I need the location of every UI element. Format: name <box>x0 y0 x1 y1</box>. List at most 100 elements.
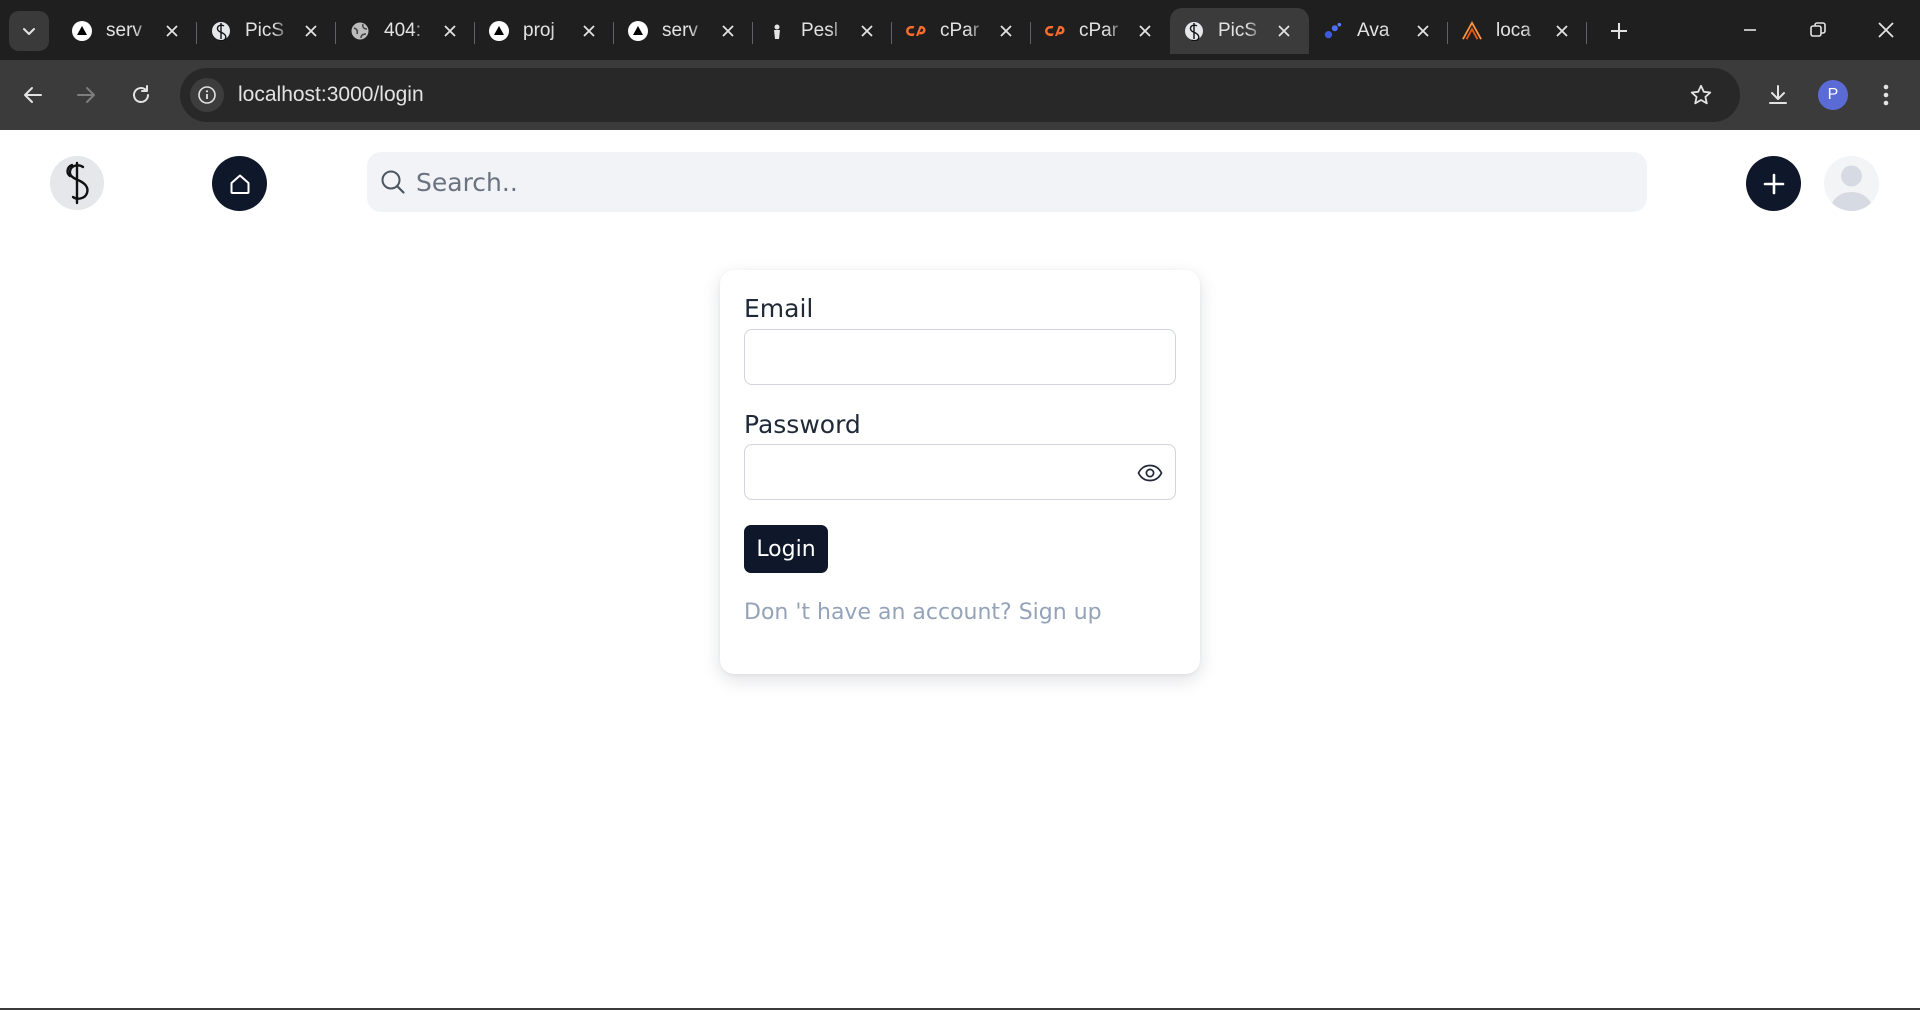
chevron-down-icon <box>23 28 35 35</box>
browser-menu-button[interactable] <box>1866 75 1906 115</box>
tab-title: cPar <box>940 20 980 41</box>
home-icon <box>230 174 249 194</box>
login-button[interactable]: Login <box>744 525 828 573</box>
user-avatar[interactable] <box>1824 156 1879 211</box>
back-button[interactable] <box>13 75 53 115</box>
tab-list: serv PicS 404: proj serv Pesl cPar cPar PicS Ava l… <box>58 8 1639 54</box>
signup-prompt-text: Don 't have an account? <box>744 600 1012 625</box>
forward-button[interactable] <box>66 75 106 115</box>
browser-tab[interactable]: 404: <box>336 8 475 54</box>
browser-tab[interactable]: PicS <box>1170 8 1309 54</box>
plus-icon <box>1611 23 1627 39</box>
site-info-button[interactable] <box>190 78 224 112</box>
browser-tab[interactable]: proj <box>475 8 614 54</box>
arrow-right-icon <box>77 87 95 103</box>
minimize-button[interactable] <box>1716 0 1784 60</box>
close-icon <box>1878 22 1894 38</box>
triangle-icon <box>489 21 509 41</box>
xampp-icon <box>1462 21 1482 41</box>
browser-tab[interactable]: Pesl <box>753 8 892 54</box>
download-icon <box>1769 85 1787 104</box>
tab-close-icon[interactable] <box>300 20 322 42</box>
user-placeholder-icon <box>1830 165 1873 211</box>
login-card: Email Password Login Don 't have an acco… <box>720 270 1200 674</box>
browser-toolbar: localhost:3000/login P <box>0 60 1920 130</box>
email-field[interactable] <box>745 330 1175 384</box>
tab-close-icon[interactable] <box>1412 20 1434 42</box>
signup-link[interactable]: Sign up <box>1019 600 1102 625</box>
close-window-button[interactable] <box>1852 0 1920 60</box>
reload-icon <box>133 85 149 103</box>
tab-close-icon[interactable] <box>717 20 739 42</box>
bookmark-button[interactable] <box>1684 78 1718 112</box>
tab-close-icon[interactable] <box>161 20 183 42</box>
tab-title: PicS <box>1218 20 1258 41</box>
tab-title: PicS <box>245 20 285 41</box>
browser-tab-strip: serv PicS 404: proj serv Pesl cPar cPar PicS Ava l… <box>0 0 1920 60</box>
browser-tab[interactable]: cPar <box>892 8 1031 54</box>
tab-close-icon[interactable] <box>578 20 600 42</box>
tab-title: serv <box>106 20 142 41</box>
browser-tab[interactable]: Ava <box>1309 8 1448 54</box>
minimize-icon <box>1744 29 1756 31</box>
address-bar[interactable]: localhost:3000/login <box>180 68 1740 122</box>
address-path: :3000/login <box>320 83 424 106</box>
tab-close-icon[interactable] <box>1551 20 1573 42</box>
tab-close-icon[interactable] <box>856 20 878 42</box>
address-host: localhost <box>238 83 321 106</box>
email-label: Email <box>744 294 814 323</box>
picshare-icon <box>211 21 231 41</box>
triangle-icon <box>72 21 92 41</box>
password-field-wrapper <box>744 444 1176 500</box>
star-icon <box>1690 84 1712 105</box>
site-search-bar[interactable] <box>367 152 1647 212</box>
create-post-button[interactable] <box>1746 156 1801 211</box>
arrow-left-icon <box>24 87 42 103</box>
window-controls <box>1716 0 1920 60</box>
tab-title: serv <box>662 20 698 41</box>
profile-avatar: P <box>1818 80 1848 110</box>
show-password-button[interactable] <box>1135 458 1165 488</box>
address-url: localhost:3000/login <box>238 83 424 107</box>
cpanel-icon <box>906 21 926 41</box>
picshare-logo-icon <box>66 161 89 205</box>
tab-close-icon[interactable] <box>1134 20 1156 42</box>
site-search-input[interactable] <box>416 167 1616 197</box>
site-logo[interactable] <box>50 156 104 210</box>
home-button[interactable] <box>212 156 267 211</box>
browser-tab[interactable]: serv <box>614 8 753 54</box>
tab-title: Ava <box>1357 20 1390 41</box>
page-viewport: Email Password Login Don 't have an acco… <box>0 130 1920 1008</box>
browser-tab[interactable]: cPar <box>1031 8 1170 54</box>
triangle-icon <box>628 21 648 41</box>
picshare-icon <box>1184 21 1204 41</box>
password-field[interactable] <box>745 445 1175 499</box>
reload-button[interactable] <box>121 75 161 115</box>
restore-icon <box>1810 22 1826 37</box>
pesl-icon <box>767 21 787 41</box>
password-label: Password <box>744 410 861 439</box>
more-vertical-icon <box>1883 84 1889 106</box>
browser-tab[interactable]: PicS <box>197 8 336 54</box>
search-icon <box>376 165 410 199</box>
tab-title: cPar <box>1079 20 1119 41</box>
profile-button[interactable]: P <box>1813 75 1853 115</box>
browser-tab[interactable]: serv <box>58 8 197 54</box>
downloads-button[interactable] <box>1758 75 1798 115</box>
tab-close-icon[interactable] <box>995 20 1017 42</box>
tab-search-button[interactable] <box>9 11 49 51</box>
dots-icon <box>1323 21 1343 41</box>
restore-button[interactable] <box>1784 0 1852 60</box>
email-field-wrapper <box>744 329 1176 385</box>
browser-tab[interactable]: loca <box>1448 8 1587 54</box>
tab-title: proj <box>523 20 555 41</box>
tab-title: loca <box>1496 20 1531 41</box>
tab-close-icon[interactable] <box>439 20 461 42</box>
globe-icon <box>350 21 370 41</box>
cpanel-icon <box>1045 21 1065 41</box>
plus-icon <box>1763 173 1784 194</box>
tab-close-icon[interactable] <box>1273 20 1295 42</box>
new-tab-button[interactable] <box>1599 11 1639 51</box>
signup-prompt: Don 't have an account? Sign up <box>744 600 1102 625</box>
eye-icon <box>1137 464 1163 482</box>
